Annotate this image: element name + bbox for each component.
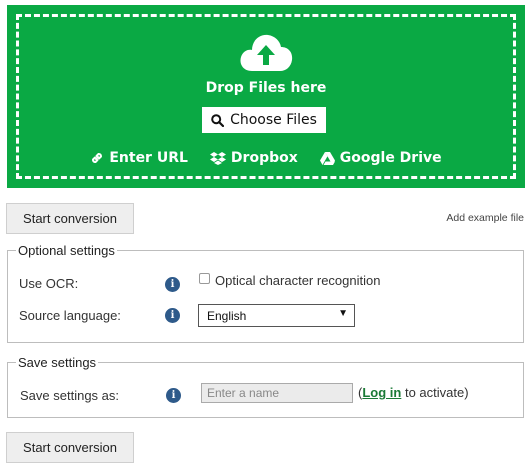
- cloud-upload-icon: [240, 34, 293, 71]
- link-icon: [92, 153, 103, 163]
- enter-url-link[interactable]: Enter URL: [90, 150, 188, 166]
- google-drive-label: Google Drive: [339, 150, 442, 166]
- login-note: (Log in to activate): [358, 385, 469, 400]
- ocr-checkbox[interactable]: [199, 273, 210, 284]
- start-conversion-button-bottom[interactable]: Start conversion: [6, 432, 134, 463]
- source-language-value: English: [207, 309, 247, 323]
- optional-settings-fieldset: Optional settings: [7, 243, 524, 343]
- google-drive-icon: [319, 151, 335, 165]
- start-conversion-button-top[interactable]: Start conversion: [6, 203, 134, 234]
- source-language-label: Source language:: [19, 308, 121, 323]
- source-language-info-icon[interactable]: i: [165, 308, 180, 323]
- dropbox-icon: [209, 152, 226, 165]
- source-language-select[interactable]: English ▼: [198, 304, 355, 327]
- file-dropzone[interactable]: Drop Files here Choose Files Enter URL D…: [7, 5, 525, 188]
- log-in-link[interactable]: Log in: [362, 385, 401, 400]
- use-ocr-label: Use OCR:: [19, 276, 79, 291]
- ocr-info-icon[interactable]: i: [165, 277, 180, 292]
- add-example-file-link[interactable]: Add example file: [446, 212, 524, 224]
- dropdown-arrow-icon: ▼: [338, 308, 348, 319]
- dropbox-label: Dropbox: [230, 150, 298, 166]
- save-settings-legend: Save settings: [18, 355, 97, 370]
- optional-settings-legend: Optional settings: [18, 243, 115, 258]
- choose-files-label: Choose Files: [230, 112, 317, 128]
- ocr-checkbox-label[interactable]: Optical character recognition: [215, 273, 380, 288]
- login-note-suffix: to activate): [401, 385, 469, 400]
- drop-files-text: Drop Files here: [205, 80, 327, 96]
- source-options: Enter URL Dropbox Google Drive: [7, 150, 525, 166]
- choose-files-button[interactable]: Choose Files: [202, 107, 326, 133]
- search-icon: [211, 113, 225, 127]
- enter-url-label: Enter URL: [109, 150, 188, 166]
- save-settings-label: Save settings as:: [20, 388, 119, 403]
- save-settings-info-icon[interactable]: i: [166, 388, 181, 403]
- dropbox-link[interactable]: Dropbox: [209, 150, 298, 166]
- settings-name-input[interactable]: Enter a name: [201, 383, 353, 403]
- google-drive-link[interactable]: Google Drive: [319, 150, 442, 166]
